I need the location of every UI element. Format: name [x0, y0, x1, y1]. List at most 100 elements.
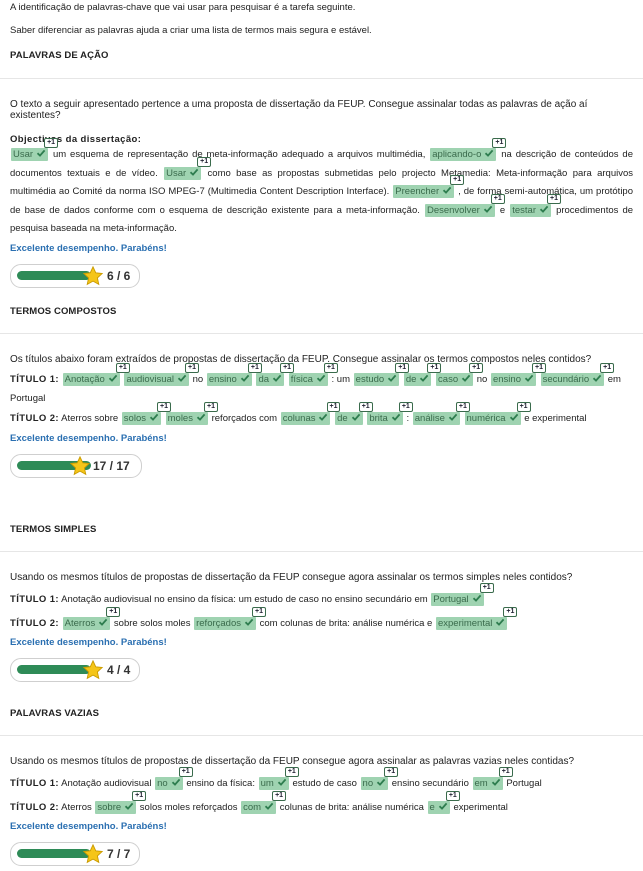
points-badge: +1	[498, 767, 513, 777]
selected-keyword[interactable]: no +1	[360, 767, 399, 790]
keyword-text: de	[337, 413, 348, 424]
question-text: O texto a seguir apresentado pertence a …	[10, 99, 588, 121]
selected-keyword[interactable]: de +1	[403, 363, 442, 386]
keyword-text: numérica	[466, 413, 506, 424]
selected-keyword[interactable]: moles +1	[165, 402, 218, 425]
selected-keyword[interactable]: aplicando-o +1	[430, 138, 507, 161]
titulo-label: TÍTULO 2:	[10, 413, 59, 424]
selected-keyword[interactable]: Portugal +1	[431, 583, 494, 606]
star-icon	[82, 659, 104, 680]
points-badge: +1	[178, 767, 193, 777]
selected-keyword[interactable]: de +1	[335, 402, 373, 425]
selected-keyword[interactable]: um +1	[258, 767, 299, 790]
check-icon	[108, 374, 118, 382]
points-badge: +1	[395, 363, 410, 373]
check-icon	[277, 778, 287, 786]
divider	[0, 551, 643, 552]
keyword-text: secundário	[542, 374, 590, 385]
points-badge: +1	[455, 402, 470, 412]
feedback-text: Excelente desempenho. Parabéns!	[10, 637, 167, 648]
points-badge: +1	[492, 138, 507, 148]
keyword-text: Aterros	[64, 617, 96, 629]
plain-text: e experimental	[524, 413, 587, 424]
selected-keyword[interactable]: da +1	[256, 363, 295, 386]
points-badge: +1	[323, 363, 338, 373]
section-title: TERMOS SIMPLES	[10, 524, 97, 535]
check-icon	[36, 149, 46, 157]
plain-text: estudo de caso	[292, 778, 357, 789]
check-icon	[319, 413, 328, 421]
keyword-text: da	[258, 374, 270, 385]
keyword-text: Desenvolver	[426, 204, 480, 216]
check-icon	[316, 374, 326, 382]
plain-text: com colunas de brita: análise numérica e	[259, 617, 433, 629]
selected-keyword[interactable]: solos +1	[121, 402, 171, 425]
score-bar	[17, 849, 91, 858]
check-icon	[177, 374, 187, 382]
keyword-text: e	[429, 801, 435, 813]
check-icon	[264, 802, 274, 810]
selected-keyword[interactable]: reforçados +1	[194, 606, 266, 630]
score-value: 6 / 6	[107, 268, 131, 283]
plain-text: Anotação audiovisual no ensino da física…	[61, 594, 428, 605]
selected-keyword[interactable]: Usar +1	[164, 156, 212, 180]
check-icon	[448, 413, 458, 421]
selected-keyword[interactable]: colunas +1	[280, 402, 341, 425]
titulo-label: TÍTULO 1:	[10, 594, 59, 605]
check-icon	[462, 374, 471, 382]
selected-keyword[interactable]: caso +1	[436, 363, 484, 386]
selected-keyword[interactable]: Preencher +1	[393, 175, 465, 198]
selected-keyword[interactable]: em +1	[472, 767, 513, 790]
selected-keyword[interactable]: ensino +1	[490, 363, 546, 386]
check-icon	[351, 413, 360, 421]
titulo-2: TÍTULO 2: Aterros sobre +1 solos moles re…	[0, 790, 643, 818]
selected-keyword[interactable]: testar +1	[510, 193, 561, 217]
selected-keyword[interactable]: Anotação +1	[62, 363, 130, 386]
selected-keyword[interactable]: estudo +1	[353, 363, 410, 386]
objectives-label: Objectivos da dissertação:	[10, 134, 142, 145]
keyword-text: física	[290, 374, 313, 385]
points-badge: +1	[185, 363, 199, 373]
feedback-text: Excelente desempenho. Parabéns!	[10, 821, 167, 832]
divider	[0, 735, 643, 736]
selected-keyword[interactable]: no +1	[155, 767, 193, 790]
keyword-text: solos	[123, 413, 146, 424]
selected-keyword[interactable]: Desenvolver +1	[424, 193, 505, 217]
selected-keyword[interactable]: análise +1	[412, 402, 470, 425]
check-icon	[509, 413, 518, 421]
points-badge: +1	[469, 363, 484, 373]
plain-text: ensino secundário	[391, 778, 469, 789]
selected-keyword[interactable]: sobre +1	[95, 790, 147, 814]
check-icon	[388, 374, 397, 382]
selected-keyword[interactable]: física +1	[288, 363, 338, 386]
points-badge: +1	[252, 606, 266, 617]
check-icon	[244, 618, 254, 626]
points-badge: +1	[203, 402, 218, 412]
selected-keyword[interactable]: ensino +1	[206, 363, 262, 386]
points-badge: +1	[532, 363, 546, 373]
plain-text: um esquema de representação de meta-info…	[52, 149, 426, 160]
points-badge: +1	[284, 767, 299, 777]
selected-keyword[interactable]: Usar +1	[11, 138, 59, 161]
points-badge: +1	[115, 363, 130, 373]
plain-text: e	[499, 204, 506, 216]
selected-keyword[interactable]: Aterros +1	[62, 606, 121, 630]
selected-keyword[interactable]: e +1	[427, 790, 460, 814]
points-badge: +1	[197, 156, 212, 167]
keyword-text: caso	[438, 374, 459, 385]
keyword-text: Anotação	[64, 374, 105, 385]
check-icon	[196, 413, 206, 421]
action-text: Usar +1 um esquema de representação de me…	[0, 138, 643, 239]
points-badge: +1	[547, 193, 561, 204]
selected-keyword[interactable]: secundário +1	[540, 363, 615, 386]
selected-keyword[interactable]: com +1	[241, 790, 287, 814]
selected-keyword[interactable]: numérica +1	[464, 402, 531, 425]
selected-keyword[interactable]: experimental +1	[435, 606, 518, 630]
score-bar	[17, 665, 91, 674]
section-palavras-de-acao: PALAVRAS DE AÇÃO O texto a seguir aprese…	[0, 50, 643, 288]
keyword-text: um	[260, 778, 274, 789]
selected-keyword[interactable]: audiovisual +1	[124, 363, 199, 386]
selected-keyword[interactable]: brita +1	[367, 402, 413, 425]
plain-text: experimental	[453, 801, 508, 813]
titulo-label: TÍTULO 2:	[10, 617, 59, 629]
